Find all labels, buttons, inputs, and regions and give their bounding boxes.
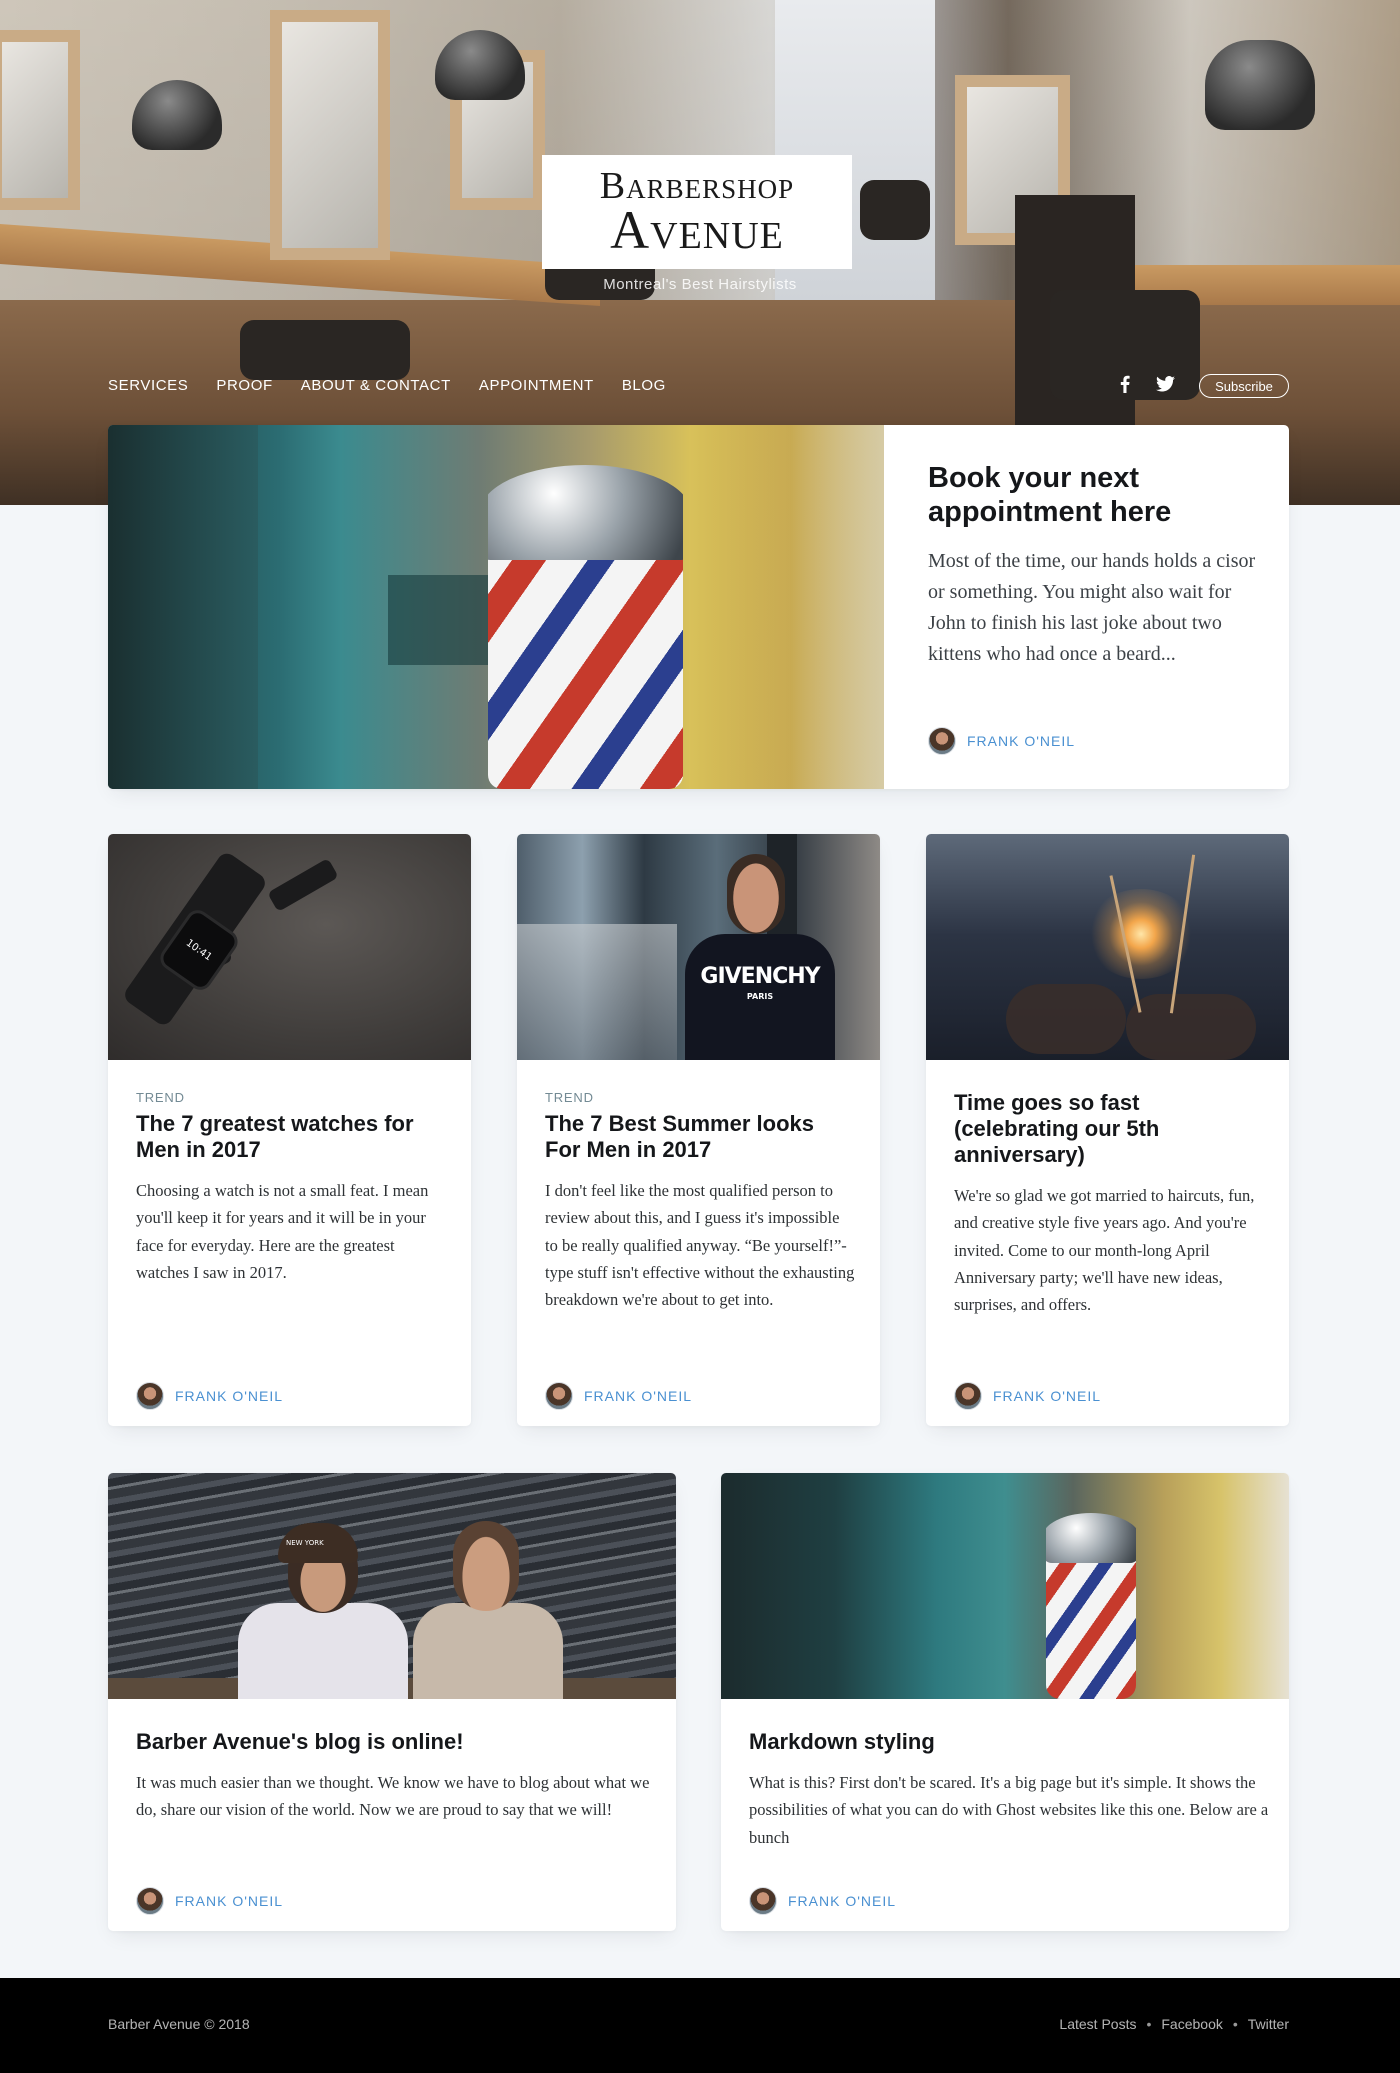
author-name: Frank O'Neil — [967, 733, 1076, 749]
hero-mirror — [0, 30, 80, 210]
author-avatar — [545, 1382, 573, 1410]
footer-link-twitter[interactable]: Twitter — [1248, 2016, 1289, 2032]
featured-post-card[interactable]: Book your next appointment here Most of … — [108, 425, 1289, 789]
post-card[interactable]: Time goes so fast (celebrating our 5th a… — [926, 834, 1289, 1426]
site-logo[interactable]: Barbershop Avenue — [542, 155, 852, 269]
hero-mirror — [270, 10, 390, 260]
author-avatar — [954, 1382, 982, 1410]
post-image-barber-pole[interactable] — [721, 1473, 1289, 1699]
footer-separator: • — [1232, 2016, 1238, 2032]
twitter-link[interactable] — [1155, 374, 1175, 394]
nav-services[interactable]: Services — [108, 377, 188, 394]
featured-post-content: Book your next appointment here Most of … — [928, 461, 1258, 670]
author-name: Frank O'Neil — [175, 1388, 284, 1404]
author-avatar — [928, 727, 956, 755]
post-author[interactable]: Frank O'Neil — [749, 1887, 896, 1915]
nav-blog[interactable]: Blog — [622, 377, 666, 394]
footer-separator: • — [1146, 2016, 1152, 2032]
author-avatar — [136, 1887, 164, 1915]
hero-chair — [240, 320, 410, 380]
nav-about-contact[interactable]: About & Contact — [301, 377, 451, 394]
post-content: Markdown styling What is this? First don… — [749, 1729, 1269, 1851]
post-image-sparklers[interactable] — [926, 834, 1289, 1060]
post-image-watch[interactable]: 10:41 — [108, 834, 471, 1060]
post-content: Barber Avenue's blog is online! It was m… — [136, 1729, 656, 1824]
featured-post-title[interactable]: Book your next appointment here — [928, 461, 1258, 529]
post-title[interactable]: Barber Avenue's blog is online! — [136, 1729, 656, 1755]
footer-link-facebook[interactable]: Facebook — [1161, 2016, 1222, 2032]
post-author[interactable]: Frank O'Neil — [545, 1382, 692, 1410]
post-title[interactable]: The 7 Best Summer looks For Men in 2017 — [545, 1111, 855, 1163]
post-content: Time goes so fast (celebrating our 5th a… — [954, 1090, 1264, 1318]
post-excerpt: We're so glad we got married to haircuts… — [954, 1186, 1255, 1315]
post-card[interactable]: Markdown styling What is this? First don… — [721, 1473, 1289, 1931]
footer-link-latest-posts[interactable]: Latest Posts — [1059, 2016, 1136, 2032]
post-author[interactable]: Frank O'Neil — [136, 1382, 283, 1410]
post-tag[interactable]: Trend — [545, 1090, 855, 1105]
featured-post-author[interactable]: Frank O'Neil — [928, 727, 1075, 755]
facebook-link[interactable] — [1115, 374, 1135, 394]
footer-links: Latest Posts • Facebook • Twitter — [1059, 2016, 1289, 2032]
nav-appointment[interactable]: Appointment — [479, 377, 594, 394]
main-nav: Services Proof About & Contact Appointme… — [108, 377, 694, 394]
hero-hair-dryer — [435, 30, 525, 100]
nav-proof[interactable]: Proof — [216, 377, 272, 394]
author-name: Frank O'Neil — [175, 1893, 284, 1909]
post-excerpt: What is this? First don't be scared. It'… — [749, 1773, 1269, 1847]
post-title[interactable]: The 7 greatest watches for Men in 2017 — [136, 1111, 446, 1163]
hero-chair — [860, 180, 930, 240]
post-excerpt: It was much easier than we thought. We k… — [136, 1773, 650, 1820]
post-image-two-men[interactable]: NEW YORK — [108, 1473, 676, 1699]
featured-post-image[interactable] — [108, 425, 884, 789]
author-name: Frank O'Neil — [788, 1893, 897, 1909]
cap: NEW YORK — [278, 1523, 358, 1563]
hero-hair-dryer — [1205, 40, 1315, 130]
footer-copyright[interactable]: Barber Avenue © 2018 — [108, 2016, 250, 2032]
post-content: Trend The 7 greatest watches for Men in … — [136, 1090, 446, 1286]
hero-hair-dryer — [132, 80, 222, 150]
post-card[interactable]: NEW YORK Barber Avenue's blog is online!… — [108, 1473, 676, 1931]
post-title[interactable]: Time goes so fast (celebrating our 5th a… — [954, 1090, 1264, 1168]
author-avatar — [749, 1887, 777, 1915]
post-card[interactable]: GIVENCHY PARIS Trend The 7 Best Summer l… — [517, 834, 880, 1426]
post-title[interactable]: Markdown styling — [749, 1729, 1269, 1755]
shirt: GIVENCHY PARIS — [685, 934, 835, 1060]
twitter-icon — [1155, 374, 1175, 394]
post-author[interactable]: Frank O'Neil — [136, 1887, 283, 1915]
post-excerpt: I don't feel like the most qualified per… — [545, 1181, 855, 1310]
barber-pole — [1046, 1513, 1136, 1699]
post-image-givenchy[interactable]: GIVENCHY PARIS — [517, 834, 880, 1060]
featured-post-excerpt: Most of the time, our hands holds a ciso… — [928, 550, 1256, 665]
post-author[interactable]: Frank O'Neil — [954, 1382, 1101, 1410]
subscribe-button[interactable]: Subscribe — [1199, 374, 1289, 398]
post-excerpt: Choosing a watch is not a small feat. I … — [136, 1181, 429, 1282]
author-name: Frank O'Neil — [584, 1388, 693, 1404]
barber-pole — [488, 465, 683, 789]
author-name: Frank O'Neil — [993, 1388, 1102, 1404]
post-card[interactable]: 10:41 Trend The 7 greatest watches for M… — [108, 834, 471, 1426]
post-tag[interactable]: Trend — [136, 1090, 446, 1105]
site-footer: Barber Avenue © 2018 Latest Posts • Face… — [0, 1978, 1400, 2073]
site-tagline: Montreal's Best Hairstylists — [603, 276, 797, 293]
site-title-line2: Avenue — [610, 200, 784, 261]
author-avatar — [136, 1382, 164, 1410]
post-content: Trend The 7 Best Summer looks For Men in… — [545, 1090, 855, 1313]
facebook-icon — [1115, 374, 1135, 394]
